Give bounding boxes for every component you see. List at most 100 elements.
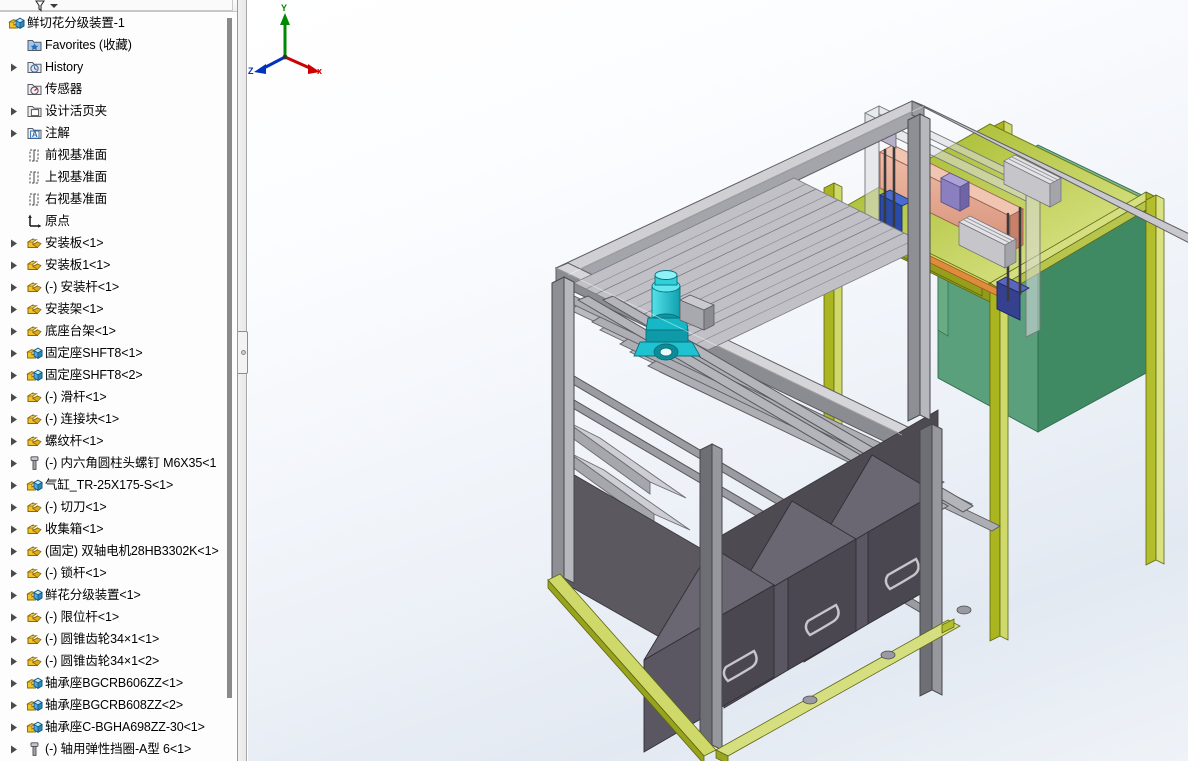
expand-twisty-icon[interactable]: [10, 437, 18, 446]
tree-item-label: 鲜花分级装置<1>: [45, 588, 141, 602]
tree-item-label: (-) 滑杆<1>: [45, 390, 107, 404]
expand-twisty-icon[interactable]: [10, 591, 18, 600]
tree-item-label: (-) 切刀<1>: [45, 500, 107, 514]
feature-tree-toolbar: [0, 0, 237, 12]
subassembly-icon: [26, 367, 43, 384]
tree-item-label: 鲜切花分级装置-1: [27, 16, 125, 30]
subassembly-icon: [26, 675, 43, 692]
subassembly-icon: [26, 719, 43, 736]
tree-item-label: 轴承座BGCRB608ZZ<2>: [45, 698, 184, 712]
expand-twisty-icon[interactable]: [10, 723, 18, 732]
tree-root-item[interactable]: 鲜切花分级装置-1: [0, 12, 228, 34]
tree-item-screw-icon[interactable]: (-) 轴用弹性挡圈-A型 6<1>: [0, 738, 228, 760]
tree-item-part-icon[interactable]: (-) 切刀<1>: [0, 496, 228, 518]
tree-item-subassembly-icon[interactable]: 轴承座C-BGHA698ZZ-30<1>: [0, 716, 228, 738]
tree-item-part-icon[interactable]: (固定) 双轴电机28HB3302K<1>: [0, 540, 228, 562]
expand-twisty-icon[interactable]: [10, 415, 18, 424]
tree-item-plane-icon[interactable]: 右视基准面: [0, 188, 228, 210]
part-icon: [26, 631, 43, 648]
subassembly-icon: [26, 345, 43, 362]
tree-item-part-icon[interactable]: 安装板1<1>: [0, 254, 228, 276]
tree-item-favorites-folder-icon[interactable]: Favorites (收藏): [0, 34, 228, 56]
part-icon: [26, 411, 43, 428]
tree-item-annotations-folder-icon[interactable]: A 注解: [0, 122, 228, 144]
tree-scrollbar[interactable]: [227, 14, 233, 759]
tree-item-subassembly-icon[interactable]: 固定座SHFT8<2>: [0, 364, 228, 386]
expand-twisty-icon[interactable]: [10, 679, 18, 688]
part-icon: [26, 389, 43, 406]
tree-item-part-icon[interactable]: 安装架<1>: [0, 298, 228, 320]
tree-item-label: 上视基准面: [45, 170, 108, 184]
tree-item-part-icon[interactable]: (-) 安装杆<1>: [0, 276, 228, 298]
panel-splitter[interactable]: [238, 0, 247, 761]
expand-twisty-icon[interactable]: [10, 349, 18, 358]
subassembly-icon: [26, 477, 43, 494]
tree-item-part-icon[interactable]: (-) 限位杆<1>: [0, 606, 228, 628]
expand-twisty-icon[interactable]: [10, 305, 18, 314]
expand-twisty-icon[interactable]: [10, 569, 18, 578]
filter-icon[interactable]: [34, 0, 46, 12]
tree-item-label: (-) 内六角圆柱头螺钉 M6X35<1: [45, 456, 217, 470]
expand-twisty-icon[interactable]: [10, 701, 18, 710]
expand-twisty-icon[interactable]: [10, 371, 18, 380]
svg-text:A: A: [32, 130, 38, 139]
expand-twisty-icon[interactable]: [10, 283, 18, 292]
expand-twisty-icon[interactable]: [10, 635, 18, 644]
part-icon: [26, 323, 43, 340]
tree-item-label: (-) 限位杆<1>: [45, 610, 120, 624]
expand-twisty-icon[interactable]: [10, 525, 18, 534]
expand-twisty-icon[interactable]: [10, 393, 18, 402]
tree-item-subassembly-icon[interactable]: 轴承座BGCRB608ZZ<2>: [0, 694, 228, 716]
tree-item-part-icon[interactable]: 收集箱<1>: [0, 518, 228, 540]
expand-twisty-icon[interactable]: [10, 327, 18, 336]
tree-item-subassembly-icon[interactable]: 轴承座BGCRB606ZZ<1>: [0, 672, 228, 694]
tree-item-label: 传感器: [45, 82, 83, 96]
tree-item-part-icon[interactable]: (-) 连接块<1>: [0, 408, 228, 430]
panel-splitter-dot[interactable]: [241, 350, 246, 355]
tree-item-part-icon[interactable]: 底座台架<1>: [0, 320, 228, 342]
expand-twisty-icon[interactable]: [10, 459, 18, 468]
tree-item-sensors-folder-icon[interactable]: 传感器: [0, 78, 228, 100]
tree-item-label: 收集箱<1>: [45, 522, 104, 536]
tree-item-part-icon[interactable]: 安装板<1>: [0, 232, 228, 254]
expand-twisty-icon[interactable]: [10, 657, 18, 666]
chevron-down-icon[interactable]: [50, 4, 58, 8]
expand-twisty-icon[interactable]: [10, 107, 18, 116]
tree-item-screw-icon[interactable]: (-) 内六角圆柱头螺钉 M6X35<1: [0, 452, 228, 474]
graphics-viewport[interactable]: Y x Z: [248, 0, 1188, 761]
part-icon: [26, 301, 43, 318]
part-icon: [26, 653, 43, 670]
tree-item-part-icon[interactable]: 螺纹杆<1>: [0, 430, 228, 452]
tree-item-subassembly-icon[interactable]: 气缸_TR-25X175-S<1>: [0, 474, 228, 496]
tree-item-label: History: [45, 60, 84, 74]
expand-twisty-icon[interactable]: [10, 63, 18, 72]
tree-item-plane-icon[interactable]: 上视基准面: [0, 166, 228, 188]
plane-icon: [26, 169, 43, 186]
tree-item-design-binder-folder-icon[interactable]: 设计活页夹: [0, 100, 228, 122]
expand-twisty-icon[interactable]: [10, 547, 18, 556]
part-icon: [26, 279, 43, 296]
tree-item-origin-icon[interactable]: 原点: [0, 210, 228, 232]
tree-scrollbar-thumb[interactable]: [227, 18, 232, 698]
coordinate-triad: Y x Z: [248, 3, 322, 76]
favorites-folder-icon: [26, 37, 43, 54]
tree-item-plane-icon[interactable]: 前视基准面: [0, 144, 228, 166]
expand-twisty-icon[interactable]: [10, 613, 18, 622]
tree-item-subassembly-icon[interactable]: 固定座SHFT8<1>: [0, 342, 228, 364]
tree-item-label: 气缸_TR-25X175-S<1>: [45, 478, 174, 492]
expand-twisty-icon[interactable]: [10, 129, 18, 138]
tree-item-subassembly-icon[interactable]: 鲜花分级装置<1>: [0, 584, 228, 606]
tree-item-part-icon[interactable]: (-) 圆锥齿轮34×1<1>: [0, 628, 228, 650]
feature-tree[interactable]: 鲜切花分级装置-1 Favorites (收藏) History 传感器设计活页夹 A 注…: [0, 12, 228, 761]
tree-item-part-icon[interactable]: (-) 圆锥齿轮34×1<2>: [0, 650, 228, 672]
tree-item-history-folder-icon[interactable]: History: [0, 56, 228, 78]
tree-item-part-icon[interactable]: (-) 锁杆<1>: [0, 562, 228, 584]
tree-item-part-icon[interactable]: (-) 滑杆<1>: [0, 386, 228, 408]
expand-twisty-icon[interactable]: [10, 503, 18, 512]
assembly-icon: [8, 15, 25, 32]
expand-twisty-icon[interactable]: [10, 261, 18, 270]
expand-twisty-icon[interactable]: [10, 481, 18, 490]
expand-twisty-icon[interactable]: [10, 745, 18, 754]
part-icon: [26, 521, 43, 538]
expand-twisty-icon[interactable]: [10, 239, 18, 248]
